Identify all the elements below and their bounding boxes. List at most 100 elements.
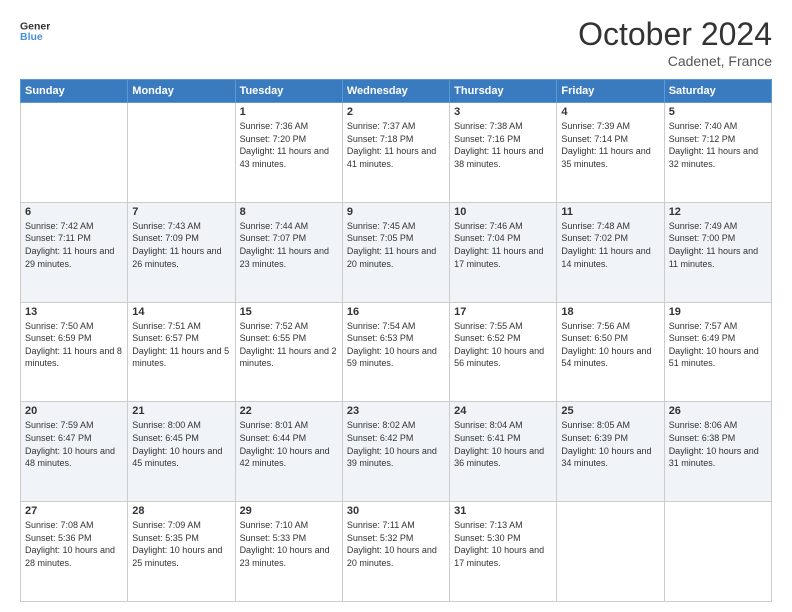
week-row-5: 27 Sunrise: 7:08 AM Sunset: 5:36 PM Dayl… bbox=[21, 502, 772, 602]
header-tuesday: Tuesday bbox=[235, 80, 342, 103]
day-info: Sunrise: 8:02 AM Sunset: 6:42 PM Dayligh… bbox=[347, 419, 445, 469]
table-cell bbox=[21, 103, 128, 203]
sunrise-text: Sunrise: 8:00 AM bbox=[132, 420, 201, 430]
day-info: Sunrise: 7:52 AM Sunset: 6:55 PM Dayligh… bbox=[240, 320, 338, 370]
daylight-text: Daylight: 11 hours and 14 minutes. bbox=[561, 246, 650, 269]
week-row-3: 13 Sunrise: 7:50 AM Sunset: 6:59 PM Dayl… bbox=[21, 302, 772, 402]
day-number: 24 bbox=[454, 405, 552, 417]
table-cell: 15 Sunrise: 7:52 AM Sunset: 6:55 PM Dayl… bbox=[235, 302, 342, 402]
day-info: Sunrise: 7:54 AM Sunset: 6:53 PM Dayligh… bbox=[347, 320, 445, 370]
sunrise-text: Sunrise: 7:43 AM bbox=[132, 221, 201, 231]
svg-text:Blue: Blue bbox=[20, 31, 43, 43]
day-number: 30 bbox=[347, 505, 445, 517]
daylight-text: Daylight: 10 hours and 34 minutes. bbox=[561, 446, 651, 469]
daylight-text: Daylight: 10 hours and 17 minutes. bbox=[454, 545, 544, 568]
sunrise-text: Sunrise: 7:37 AM bbox=[347, 121, 416, 131]
day-number: 27 bbox=[25, 505, 123, 517]
sunrise-text: Sunrise: 7:52 AM bbox=[240, 321, 309, 331]
sunrise-text: Sunrise: 7:50 AM bbox=[25, 321, 94, 331]
sunrise-text: Sunrise: 7:36 AM bbox=[240, 121, 309, 131]
table-cell: 23 Sunrise: 8:02 AM Sunset: 6:42 PM Dayl… bbox=[342, 402, 449, 502]
sunrise-text: Sunrise: 7:57 AM bbox=[669, 321, 738, 331]
sunset-text: Sunset: 5:30 PM bbox=[454, 533, 521, 543]
day-info: Sunrise: 8:05 AM Sunset: 6:39 PM Dayligh… bbox=[561, 419, 659, 469]
sunset-text: Sunset: 5:36 PM bbox=[25, 533, 92, 543]
daylight-text: Daylight: 11 hours and 20 minutes. bbox=[347, 246, 436, 269]
sunrise-text: Sunrise: 7:08 AM bbox=[25, 520, 94, 530]
sunset-text: Sunset: 7:00 PM bbox=[669, 233, 736, 243]
sunrise-text: Sunrise: 7:51 AM bbox=[132, 321, 201, 331]
table-cell: 2 Sunrise: 7:37 AM Sunset: 7:18 PM Dayli… bbox=[342, 103, 449, 203]
sunset-text: Sunset: 7:20 PM bbox=[240, 134, 307, 144]
day-info: Sunrise: 7:51 AM Sunset: 6:57 PM Dayligh… bbox=[132, 320, 230, 370]
sunrise-text: Sunrise: 7:09 AM bbox=[132, 520, 201, 530]
sunset-text: Sunset: 6:44 PM bbox=[240, 433, 307, 443]
day-info: Sunrise: 7:44 AM Sunset: 7:07 PM Dayligh… bbox=[240, 220, 338, 270]
daylight-text: Daylight: 11 hours and 2 minutes. bbox=[240, 346, 337, 369]
logo: General Blue bbox=[20, 16, 50, 46]
daylight-text: Daylight: 11 hours and 41 minutes. bbox=[347, 146, 436, 169]
day-number: 6 bbox=[25, 206, 123, 218]
sunrise-text: Sunrise: 7:46 AM bbox=[454, 221, 523, 231]
daylight-text: Daylight: 10 hours and 54 minutes. bbox=[561, 346, 651, 369]
daylight-text: Daylight: 11 hours and 23 minutes. bbox=[240, 246, 329, 269]
sunrise-text: Sunrise: 7:45 AM bbox=[347, 221, 416, 231]
sunset-text: Sunset: 6:41 PM bbox=[454, 433, 521, 443]
day-number: 16 bbox=[347, 306, 445, 318]
sunrise-text: Sunrise: 8:04 AM bbox=[454, 420, 523, 430]
sunset-text: Sunset: 7:05 PM bbox=[347, 233, 414, 243]
daylight-text: Daylight: 11 hours and 8 minutes. bbox=[25, 346, 122, 369]
table-cell: 27 Sunrise: 7:08 AM Sunset: 5:36 PM Dayl… bbox=[21, 502, 128, 602]
day-number: 25 bbox=[561, 405, 659, 417]
day-number: 17 bbox=[454, 306, 552, 318]
day-info: Sunrise: 7:10 AM Sunset: 5:33 PM Dayligh… bbox=[240, 519, 338, 569]
sunset-text: Sunset: 6:45 PM bbox=[132, 433, 199, 443]
table-cell: 7 Sunrise: 7:43 AM Sunset: 7:09 PM Dayli… bbox=[128, 202, 235, 302]
table-cell: 16 Sunrise: 7:54 AM Sunset: 6:53 PM Dayl… bbox=[342, 302, 449, 402]
sunset-text: Sunset: 6:47 PM bbox=[25, 433, 92, 443]
day-number: 14 bbox=[132, 306, 230, 318]
day-number: 9 bbox=[347, 206, 445, 218]
day-info: Sunrise: 7:43 AM Sunset: 7:09 PM Dayligh… bbox=[132, 220, 230, 270]
sunset-text: Sunset: 6:49 PM bbox=[669, 333, 736, 343]
day-info: Sunrise: 7:37 AM Sunset: 7:18 PM Dayligh… bbox=[347, 120, 445, 170]
sunrise-text: Sunrise: 7:54 AM bbox=[347, 321, 416, 331]
title-block: October 2024 Cadenet, France bbox=[578, 16, 772, 69]
table-cell: 30 Sunrise: 7:11 AM Sunset: 5:32 PM Dayl… bbox=[342, 502, 449, 602]
daylight-text: Daylight: 10 hours and 59 minutes. bbox=[347, 346, 437, 369]
day-info: Sunrise: 7:42 AM Sunset: 7:11 PM Dayligh… bbox=[25, 220, 123, 270]
header-wednesday: Wednesday bbox=[342, 80, 449, 103]
day-number: 4 bbox=[561, 106, 659, 118]
sunrise-text: Sunrise: 7:39 AM bbox=[561, 121, 630, 131]
sunset-text: Sunset: 6:39 PM bbox=[561, 433, 628, 443]
daylight-text: Daylight: 10 hours and 20 minutes. bbox=[347, 545, 437, 568]
location: Cadenet, France bbox=[578, 53, 772, 69]
day-info: Sunrise: 7:56 AM Sunset: 6:50 PM Dayligh… bbox=[561, 320, 659, 370]
daylight-text: Daylight: 10 hours and 25 minutes. bbox=[132, 545, 222, 568]
month-title: October 2024 bbox=[578, 16, 772, 53]
sunrise-text: Sunrise: 7:13 AM bbox=[454, 520, 523, 530]
sunrise-text: Sunrise: 7:38 AM bbox=[454, 121, 523, 131]
table-cell: 25 Sunrise: 8:05 AM Sunset: 6:39 PM Dayl… bbox=[557, 402, 664, 502]
table-cell: 10 Sunrise: 7:46 AM Sunset: 7:04 PM Dayl… bbox=[450, 202, 557, 302]
table-cell: 18 Sunrise: 7:56 AM Sunset: 6:50 PM Dayl… bbox=[557, 302, 664, 402]
sunrise-text: Sunrise: 7:48 AM bbox=[561, 221, 630, 231]
daylight-text: Daylight: 10 hours and 42 minutes. bbox=[240, 446, 330, 469]
day-info: Sunrise: 7:13 AM Sunset: 5:30 PM Dayligh… bbox=[454, 519, 552, 569]
table-cell: 11 Sunrise: 7:48 AM Sunset: 7:02 PM Dayl… bbox=[557, 202, 664, 302]
sunrise-text: Sunrise: 8:02 AM bbox=[347, 420, 416, 430]
table-cell: 17 Sunrise: 7:55 AM Sunset: 6:52 PM Dayl… bbox=[450, 302, 557, 402]
table-cell: 1 Sunrise: 7:36 AM Sunset: 7:20 PM Dayli… bbox=[235, 103, 342, 203]
day-number: 21 bbox=[132, 405, 230, 417]
table-cell: 6 Sunrise: 7:42 AM Sunset: 7:11 PM Dayli… bbox=[21, 202, 128, 302]
sunrise-text: Sunrise: 8:06 AM bbox=[669, 420, 738, 430]
sunrise-text: Sunrise: 7:55 AM bbox=[454, 321, 523, 331]
day-info: Sunrise: 8:01 AM Sunset: 6:44 PM Dayligh… bbox=[240, 419, 338, 469]
day-number: 28 bbox=[132, 505, 230, 517]
sunset-text: Sunset: 7:16 PM bbox=[454, 134, 521, 144]
sunset-text: Sunset: 6:42 PM bbox=[347, 433, 414, 443]
daylight-text: Daylight: 10 hours and 48 minutes. bbox=[25, 446, 115, 469]
day-info: Sunrise: 7:40 AM Sunset: 7:12 PM Dayligh… bbox=[669, 120, 767, 170]
week-row-1: 1 Sunrise: 7:36 AM Sunset: 7:20 PM Dayli… bbox=[21, 103, 772, 203]
daylight-text: Daylight: 11 hours and 32 minutes. bbox=[669, 146, 758, 169]
